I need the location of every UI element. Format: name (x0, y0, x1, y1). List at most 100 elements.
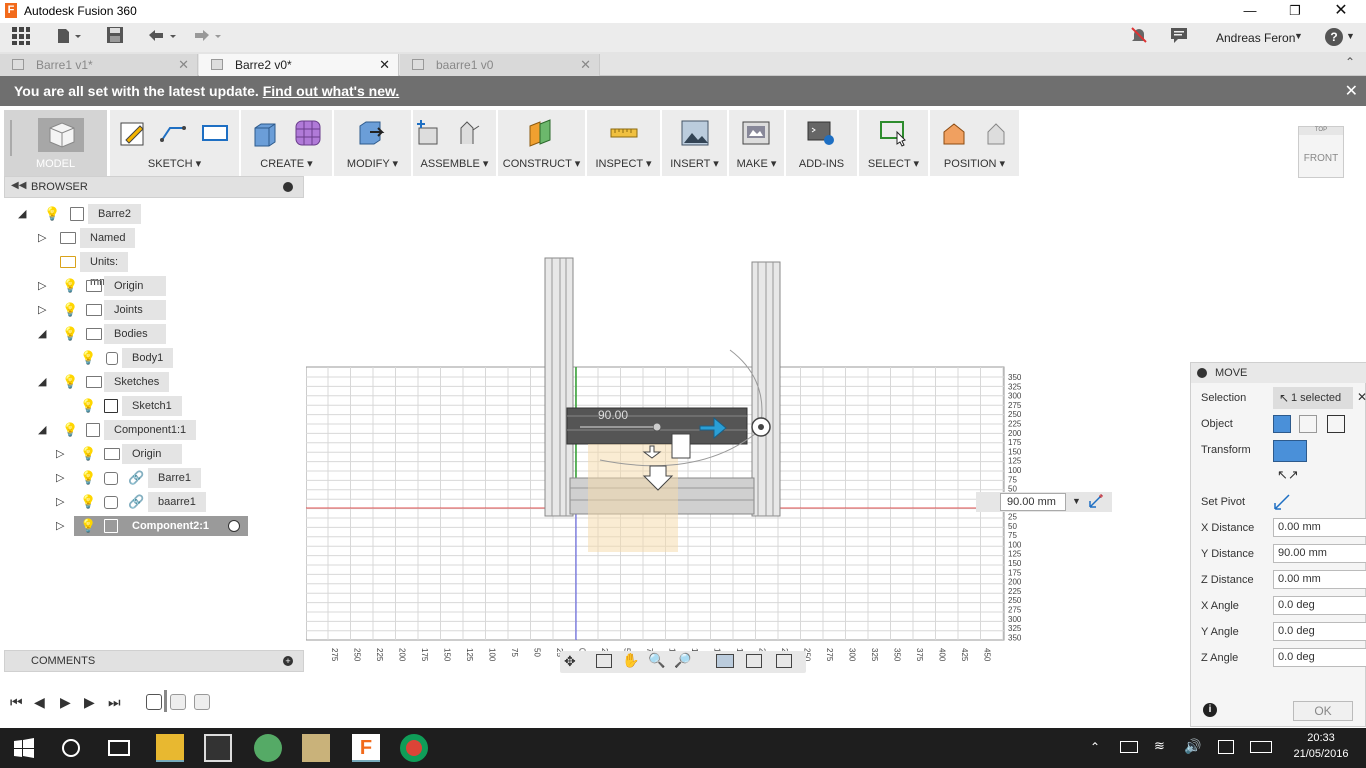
file-explorer-icon[interactable] (156, 734, 184, 762)
undo-icon[interactable] (145, 26, 179, 48)
move-dialog-header[interactable]: MOVE (1191, 363, 1366, 383)
capture-position-icon[interactable] (940, 118, 970, 148)
lightbulb-icon[interactable]: 💡 (62, 279, 78, 293)
keyboard-icon[interactable] (1250, 741, 1272, 753)
browser-header[interactable]: ◀◀ BROWSER (4, 176, 304, 198)
collapsed-triangle-icon[interactable]: ▷ (56, 471, 64, 484)
tab-barre1-v1[interactable]: Barre1 v1* ✕ (0, 54, 198, 76)
collapse-dialog-icon[interactable] (1197, 368, 1207, 378)
add-comment-icon[interactable]: + (283, 656, 293, 666)
close-tab-icon[interactable]: ✕ (580, 57, 591, 73)
3d-print-icon[interactable] (741, 118, 771, 148)
timeline-sketch-feature-icon[interactable] (194, 694, 210, 710)
activate-radio-icon[interactable] (228, 520, 240, 532)
app-grid-icon[interactable] (10, 26, 32, 48)
redo-icon[interactable] (190, 26, 224, 48)
joint-icon[interactable] (455, 118, 485, 148)
lightbulb-icon[interactable]: 💡 (80, 399, 96, 413)
select-group[interactable]: SELECT ▾ (859, 110, 929, 176)
pan-icon[interactable]: ✋ (622, 652, 639, 669)
battery-icon[interactable] (1120, 741, 1138, 753)
last-step-icon[interactable]: ⏭ (108, 694, 121, 711)
lightbulb-icon[interactable]: 💡 (80, 447, 96, 461)
play-icon[interactable]: ▶ (84, 694, 95, 711)
collapsed-triangle-icon[interactable]: ▷ (38, 279, 46, 292)
close-banner-icon[interactable]: ✕ (1345, 81, 1358, 101)
grid-settings-icon[interactable] (746, 654, 762, 668)
press-pull-icon[interactable] (356, 118, 386, 148)
dimension-input[interactable]: 90.00 mm (1000, 493, 1066, 511)
point-to-point-icon[interactable]: ↖↗ (1277, 467, 1307, 487)
fit-icon[interactable]: 🔎 (674, 652, 691, 669)
measure-icon[interactable] (609, 118, 639, 148)
offset-plane-icon[interactable] (526, 118, 556, 148)
workspace-switcher[interactable]: MODEL (4, 110, 108, 176)
viewcube[interactable]: TOP FRONT (1298, 126, 1344, 178)
lightbulb-icon[interactable]: 💡 (62, 375, 78, 389)
app-icon[interactable] (302, 734, 330, 762)
scripts-icon[interactable] (806, 118, 836, 148)
first-step-icon[interactable]: ⏮ (10, 694, 23, 711)
bodies-type-icon[interactable] (1273, 415, 1291, 433)
viewport[interactable]: 3503253002752502252001751501251007550250… (305, 240, 1126, 680)
position-group[interactable]: POSITION ▾ (930, 110, 1020, 176)
lightbulb-icon[interactable]: 💡 (62, 423, 78, 437)
lightbulb-icon[interactable]: 💡 (62, 327, 78, 341)
windows-start-icon[interactable] (14, 738, 34, 758)
insert-image-icon[interactable] (680, 118, 710, 148)
timeline-marker[interactable] (164, 690, 167, 712)
collapsed-triangle-icon[interactable]: ▷ (38, 231, 46, 244)
info-icon[interactable]: i (1203, 703, 1217, 717)
collapsed-triangle-icon[interactable]: ▷ (56, 495, 64, 508)
display-settings-icon[interactable] (716, 654, 734, 668)
task-view-icon[interactable] (108, 740, 130, 756)
form-icon[interactable] (293, 118, 323, 148)
modify-group[interactable]: MODIFY ▾ (334, 110, 412, 176)
collapse-tabs-icon[interactable]: ⌃ (1345, 55, 1355, 69)
lightbulb-icon[interactable]: 💡 (44, 207, 60, 221)
close-tab-icon[interactable]: ✕ (379, 57, 390, 73)
select-icon[interactable] (879, 118, 909, 148)
action-center-icon[interactable] (1218, 740, 1234, 754)
construct-group[interactable]: CONSTRUCT ▾ (498, 110, 586, 176)
notification-muted-icon[interactable] (1128, 26, 1150, 48)
expanded-triangle-icon[interactable]: ◢ (38, 375, 46, 388)
collapsed-triangle-icon[interactable]: ▷ (56, 519, 64, 532)
user-chevron-down-icon[interactable]: ▼ (1294, 31, 1303, 41)
timeline-sketch-feature-icon[interactable] (170, 694, 186, 710)
whats-new-link[interactable]: Find out what's new. (263, 83, 400, 99)
viewports-icon[interactable] (776, 654, 792, 668)
pivot-icon[interactable] (1088, 493, 1104, 509)
help-chevron-down-icon[interactable]: ▼ (1346, 31, 1355, 41)
close-window-button[interactable]: ✕ (1318, 0, 1364, 23)
lightbulb-icon[interactable]: 💡 (80, 519, 96, 533)
comments-header[interactable]: COMMENTS + (4, 650, 304, 672)
lightbulb-icon[interactable]: 💡 (62, 303, 78, 317)
zoom-icon[interactable]: 🔍 (648, 652, 665, 669)
network-icon[interactable]: ≋ (1154, 738, 1165, 754)
viewport-canvas[interactable]: 3503253002752502252001751501251007550250… (305, 240, 1126, 680)
inspect-group[interactable]: INSPECT ▾ (587, 110, 661, 176)
volume-icon[interactable]: 🔊 (1184, 738, 1201, 755)
look-at-icon[interactable] (596, 654, 612, 668)
new-component-icon[interactable] (413, 118, 443, 148)
user-name[interactable]: Andreas Feron (1216, 31, 1295, 45)
clock-time[interactable]: 20:33 (1294, 732, 1348, 744)
expanded-triangle-icon[interactable]: ◢ (18, 207, 26, 220)
lightbulb-icon[interactable]: 💡 (80, 351, 96, 365)
collapse-browser-icon[interactable]: ◀◀ (11, 180, 26, 191)
extrude-icon[interactable] (251, 118, 281, 148)
insert-group[interactable]: INSERT ▾ (662, 110, 728, 176)
timeline-link-feature-icon[interactable] (146, 694, 162, 710)
create-sketch-icon[interactable] (118, 118, 148, 148)
close-tab-icon[interactable]: ✕ (178, 57, 189, 73)
dimension-dropdown-icon[interactable]: ▼ (1072, 496, 1081, 506)
x-distance-input[interactable]: 0.00 mm (1273, 518, 1366, 537)
tray-chevron-icon[interactable]: ⌃ (1090, 740, 1100, 754)
collapsed-triangle-icon[interactable]: ▷ (38, 303, 46, 316)
y-angle-input[interactable]: 0.0 deg (1273, 622, 1366, 641)
chrome-icon[interactable] (400, 734, 428, 762)
z-distance-input[interactable]: 0.00 mm (1273, 570, 1366, 589)
free-move-icon[interactable] (1273, 440, 1307, 462)
viewcube-top-face[interactable]: TOP (1299, 127, 1343, 135)
